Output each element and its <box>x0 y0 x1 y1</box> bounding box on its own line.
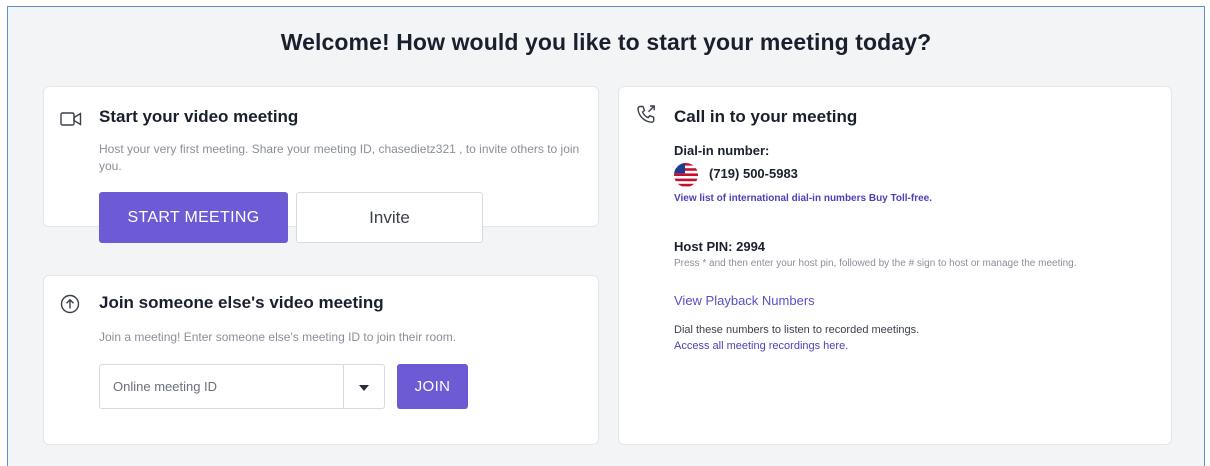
join-meeting-card: Join someone else's video meeting Join a… <box>43 275 599 445</box>
call-in-title: Call in to your meeting <box>674 107 858 126</box>
start-meeting-description: Host your very first meeting. Share your… <box>99 142 580 173</box>
start-meeting-button[interactable]: START MEETING <box>99 192 288 243</box>
meeting-id-input[interactable] <box>100 365 345 408</box>
dial-in-label: Dial-in number: <box>674 143 770 158</box>
page-title: Welcome! How would you like to start you… <box>280 29 932 55</box>
caret-down-icon <box>359 378 369 396</box>
call-in-card: Call in to your meeting Dial-in number: … <box>618 86 1172 445</box>
meeting-id-dropdown-toggle[interactable] <box>343 365 384 408</box>
start-meeting-card: Start your video meeting Host your very … <box>43 86 599 243</box>
invite-button[interactable]: Invite <box>296 192 483 243</box>
start-meeting-title: Start your video meeting <box>99 107 299 126</box>
international-numbers-link[interactable]: View list of international dial-in numbe… <box>674 193 932 204</box>
join-meeting-description: Join a meeting! Enter someone else's mee… <box>99 330 457 344</box>
host-pin: Host PIN: 2994 <box>674 239 766 254</box>
host-pin-description: Press * and then enter your host pin, fo… <box>674 258 1077 269</box>
page-frame: Welcome! How would you like to start you… <box>7 6 1205 466</box>
meeting-id-combobox <box>99 364 385 409</box>
playback-description: Dial these numbers to listen to recorded… <box>674 324 920 336</box>
phone-outgoing-icon <box>635 104 657 131</box>
video-camera-icon <box>60 111 82 132</box>
us-flag-icon <box>674 163 698 187</box>
dial-in-number: (719) 500-5983 <box>709 166 798 181</box>
view-playback-numbers-link[interactable]: View Playback Numbers <box>674 293 815 308</box>
join-button[interactable]: JOIN <box>397 364 468 409</box>
join-meeting-title: Join someone else's video meeting <box>99 293 384 312</box>
arrow-up-circle-icon <box>60 294 80 319</box>
meeting-recordings-link[interactable]: Access all meeting recordings here. <box>674 340 848 352</box>
